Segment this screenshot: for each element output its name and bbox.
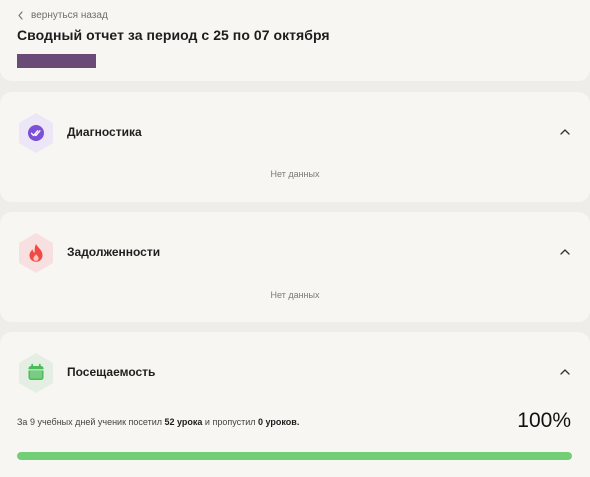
page-header: вернуться назад Сводный отчет за период … [0, 0, 590, 81]
diagnostics-empty-text: Нет данных [270, 169, 320, 179]
debts-title: Задолженности [67, 245, 161, 259]
diagnostics-title: Диагностика [67, 125, 142, 139]
attendance-collapse-toggle[interactable] [559, 366, 571, 378]
debts-empty-text: Нет данных [270, 290, 320, 300]
double-check-icon [28, 125, 44, 141]
attendance-percent: 100% [517, 409, 571, 432]
diagnostics-icon-badge [17, 112, 55, 154]
attendance-section: Посещаемость За 9 учебных дней ученик по… [0, 332, 590, 477]
attendance-title: Посещаемость [67, 365, 156, 379]
diagnostics-collapse-toggle[interactable] [559, 126, 571, 138]
attendance-text-prefix: За 9 учебных дней ученик посетил [17, 417, 165, 427]
diagnostics-section: Диагностика Нет данных [0, 92, 590, 202]
calendar-icon [28, 363, 44, 380]
back-link-label: вернуться назад [31, 10, 108, 21]
attendance-summary: За 9 учебных дней ученик посетил 52 урок… [17, 417, 299, 427]
page-title: Сводный отчет за период с 25 по 07 октяб… [17, 27, 330, 43]
attended-count: 52 урока [164, 417, 203, 427]
chevron-up-icon [560, 249, 570, 255]
back-link[interactable]: вернуться назад [17, 10, 108, 21]
debts-collapse-toggle[interactable] [559, 246, 571, 258]
debts-icon-badge [17, 232, 55, 274]
attendance-text-middle: и пропустил [202, 417, 259, 427]
chevron-up-icon [560, 369, 570, 375]
attendance-icon-badge [17, 352, 55, 394]
redacted-student-name [17, 54, 96, 68]
attendance-progress-fill [17, 452, 572, 460]
chevron-left-icon [18, 11, 23, 20]
debts-section: Задолженности Нет данных [0, 212, 590, 322]
missed-count: 0 уроков. [258, 417, 300, 427]
attendance-progress-bar [17, 452, 572, 460]
chevron-up-icon [560, 129, 570, 135]
